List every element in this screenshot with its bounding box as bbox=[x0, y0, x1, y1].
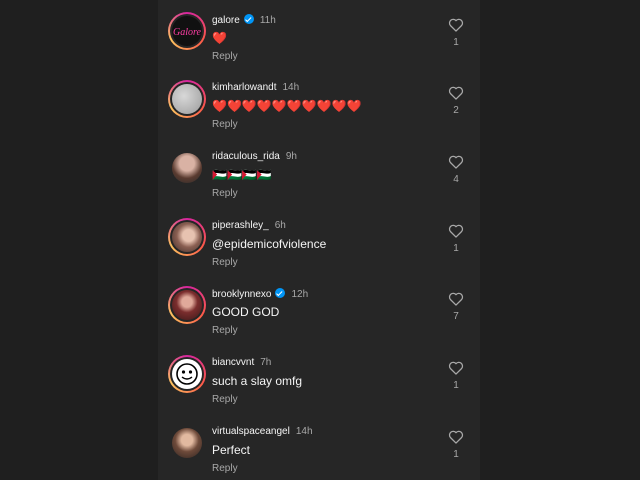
heart-outline-icon[interactable] bbox=[448, 155, 464, 169]
comment-text: ❤️ bbox=[212, 31, 227, 45]
timestamp: 14h bbox=[295, 426, 313, 437]
username[interactable]: brooklynnexo bbox=[212, 289, 271, 300]
username[interactable]: galore bbox=[212, 15, 240, 26]
timestamp: 14h bbox=[282, 82, 300, 93]
comment-item: biancvvnt 7h such a slay omfg Reply 1 bbox=[158, 343, 480, 411]
comment-text: 🇵🇸🇵🇸🇵🇸🇵🇸 bbox=[212, 168, 272, 182]
comment-meta: ridaculous_rida 9h bbox=[212, 151, 297, 162]
comment-item: piperashley_ 6h @epidemicofviolence Reply… bbox=[158, 206, 480, 274]
avatar[interactable] bbox=[168, 218, 206, 256]
comment-text: GOOD GOD bbox=[212, 305, 280, 319]
reply-button[interactable]: Reply bbox=[212, 119, 238, 130]
comment-meta: piperashley_ 6h bbox=[212, 220, 286, 231]
reply-button[interactable]: Reply bbox=[212, 188, 238, 199]
timestamp: 6h bbox=[274, 220, 286, 231]
like-count: 2 bbox=[453, 105, 459, 116]
like-count: 1 bbox=[453, 380, 459, 391]
heart-outline-icon[interactable] bbox=[448, 292, 464, 306]
comment-text: @epidemicofviolence bbox=[212, 237, 327, 251]
reply-button[interactable]: Reply bbox=[212, 394, 238, 405]
username[interactable]: kimharlowandt bbox=[212, 82, 276, 93]
username[interactable]: piperashley_ bbox=[212, 220, 269, 231]
svg-text:Galore: Galore bbox=[173, 27, 202, 38]
cartoon-avatar-icon bbox=[176, 363, 198, 385]
avatar[interactable] bbox=[168, 355, 206, 393]
timestamp: 9h bbox=[285, 151, 297, 162]
verified-badge-icon bbox=[243, 14, 254, 24]
like-count: 7 bbox=[453, 311, 459, 322]
comment-meta: galore 11h bbox=[212, 14, 276, 26]
comment-text: Perfect bbox=[212, 443, 251, 457]
username[interactable]: biancvvnt bbox=[212, 357, 254, 368]
comment-meta: kimharlowandt 14h bbox=[212, 82, 299, 93]
avatar[interactable] bbox=[168, 149, 206, 187]
heart-outline-icon[interactable] bbox=[448, 18, 464, 32]
like-count: 1 bbox=[453, 243, 459, 254]
avatar[interactable] bbox=[168, 424, 206, 462]
comments-panel: Galore galore 11h ❤️ Reply 1 kimharlowand… bbox=[158, 0, 480, 480]
like-count: 1 bbox=[453, 37, 459, 48]
comment-text: such a slay omfg bbox=[212, 374, 303, 388]
heart-outline-icon[interactable] bbox=[448, 86, 464, 100]
avatar[interactable] bbox=[168, 286, 206, 324]
comment-item: Galore galore 11h ❤️ Reply 1 bbox=[158, 0, 480, 68]
timestamp: 11h bbox=[259, 15, 276, 26]
comment-meta: brooklynnexo 12h bbox=[212, 288, 308, 300]
verified-badge-icon bbox=[275, 288, 286, 298]
comment-item: ridaculous_rida 9h 🇵🇸🇵🇸🇵🇸🇵🇸 Reply 4 bbox=[158, 137, 480, 205]
like-count: 1 bbox=[453, 449, 459, 460]
comment-item: virtualspaceangel 14h Perfect Reply 1 bbox=[158, 412, 480, 480]
comment-item: brooklynnexo 12h GOOD GOD Reply 7 bbox=[158, 274, 480, 342]
comment-meta: virtualspaceangel 14h bbox=[212, 426, 313, 437]
galore-logo-icon: Galore bbox=[173, 27, 202, 38]
reply-button[interactable]: Reply bbox=[212, 51, 238, 62]
avatar[interactable] bbox=[168, 80, 206, 118]
username[interactable]: ridaculous_rida bbox=[212, 151, 280, 162]
reply-button[interactable]: Reply bbox=[212, 463, 238, 474]
timestamp: 7h bbox=[260, 357, 272, 368]
username[interactable]: virtualspaceangel bbox=[212, 426, 290, 437]
avatar[interactable]: Galore bbox=[168, 12, 206, 50]
comment-meta: biancvvnt 7h bbox=[212, 357, 271, 368]
reply-button[interactable]: Reply bbox=[212, 257, 238, 268]
comment-text: ❤️❤️❤️❤️❤️❤️❤️❤️❤️❤️ bbox=[212, 99, 362, 113]
reply-button[interactable]: Reply bbox=[212, 325, 238, 336]
comment-item: kimharlowandt 14h ❤️❤️❤️❤️❤️❤️❤️❤️❤️❤️ Re… bbox=[158, 68, 480, 136]
heart-outline-icon[interactable] bbox=[448, 430, 464, 444]
like-count: 4 bbox=[453, 174, 459, 185]
heart-outline-icon[interactable] bbox=[448, 361, 464, 375]
timestamp: 12h bbox=[291, 289, 309, 300]
heart-outline-icon[interactable] bbox=[448, 224, 464, 238]
